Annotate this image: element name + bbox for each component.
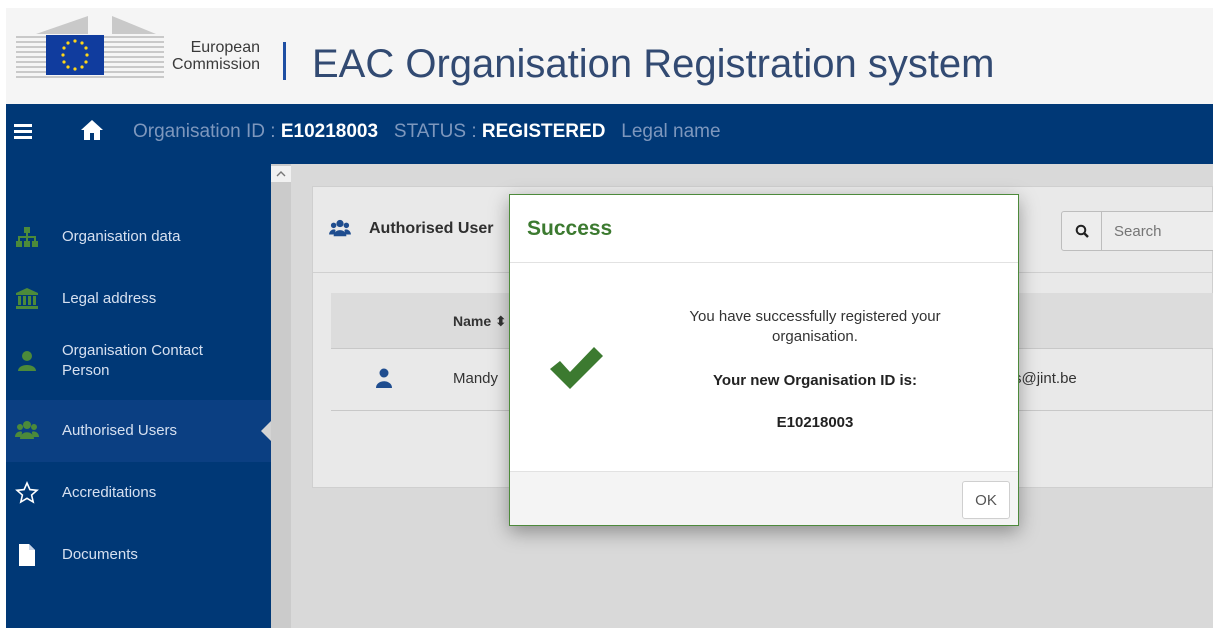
sidebar-item-documents[interactable]: Documents xyxy=(6,524,271,586)
check-icon xyxy=(550,347,603,389)
sidebar-item-label: Legal address xyxy=(62,290,157,307)
dialog-title: Success xyxy=(527,217,613,240)
success-message: You have successfully registered your or… xyxy=(689,308,941,345)
scroll-up-arrow-icon[interactable] xyxy=(271,166,291,182)
sidebar-item-label: Organisation Contact Person xyxy=(62,342,203,379)
star-icon xyxy=(15,481,39,504)
ok-button[interactable]: OK xyxy=(962,481,1010,519)
european-commission-logo xyxy=(16,16,164,78)
sort-icon: ⬍ xyxy=(495,313,507,329)
brand-header: European Commission EAC Organisation Reg… xyxy=(6,8,1213,104)
status-label: STATUS : xyxy=(393,121,477,142)
sidebar-item-label: Accreditations xyxy=(62,484,157,501)
search-box xyxy=(1061,211,1213,251)
ec-line1: European xyxy=(190,39,260,56)
user-name-cell: Mandy xyxy=(453,370,499,387)
sidebar-item-organisation-data[interactable]: Organisation data xyxy=(6,206,271,268)
sidebar: Organisation data Legal address Organisa… xyxy=(6,164,272,628)
sidebar-item-legal-address[interactable]: Legal address xyxy=(6,268,271,330)
sidebar-item-label: Documents xyxy=(62,546,138,563)
search-input[interactable] xyxy=(1114,223,1204,240)
app-title: EAC Organisation Registration system xyxy=(312,42,995,86)
sidebar-item-label: Organisation data xyxy=(62,228,181,245)
brand-divider xyxy=(283,42,286,80)
status-value: REGISTERED xyxy=(481,121,606,142)
success-dialog: Success You have successfully registered… xyxy=(509,194,1019,526)
user-icon xyxy=(376,368,392,388)
organisation-summary: Organisation ID : E10218003 STATUS : REG… xyxy=(133,120,721,144)
legal-name-label: Legal name xyxy=(621,121,721,142)
home-icon[interactable] xyxy=(80,119,104,141)
sidebar-item-authorised-users[interactable]: Authorised Users xyxy=(6,400,272,462)
top-navigation-bar: Organisation ID : E10218003 STATUS : REG… xyxy=(6,104,1213,164)
european-commission-wordmark: European Commission xyxy=(156,39,260,73)
org-id-label: Organisation ID : xyxy=(133,121,276,142)
users-icon xyxy=(15,421,39,439)
dialog-header-divider xyxy=(510,262,1018,263)
sidebar-item-label: Authorised Users xyxy=(62,422,178,439)
new-org-id-label: Your new Organisation ID is: xyxy=(713,372,917,389)
sidebar-item-organisation-contact-person[interactable]: Organisation Contact Person xyxy=(6,330,271,392)
column-header-name[interactable]: Name ⬍ xyxy=(453,313,507,330)
bank-icon xyxy=(16,288,38,309)
hamburger-icon[interactable] xyxy=(14,124,32,140)
app-frame: European Commission EAC Organisation Reg… xyxy=(6,8,1213,628)
file-icon xyxy=(19,544,35,566)
panel-title: Authorised User xyxy=(369,220,494,237)
dialog-footer: OK xyxy=(510,471,1018,525)
new-org-id-value: E10218003 xyxy=(776,414,854,431)
search-icon xyxy=(1075,224,1089,238)
user-email-cell: rs@jint.be xyxy=(1009,370,1077,387)
org-id-value: E10218003 xyxy=(280,121,379,142)
users-icon xyxy=(329,219,351,237)
sidebar-item-accreditations[interactable]: Accreditations xyxy=(6,462,271,524)
search-button[interactable] xyxy=(1062,212,1102,250)
sidebar-scrollbar[interactable] xyxy=(271,164,291,628)
user-icon xyxy=(18,351,36,371)
ec-line2: Commission xyxy=(171,56,260,73)
sitemap-icon xyxy=(16,227,38,247)
